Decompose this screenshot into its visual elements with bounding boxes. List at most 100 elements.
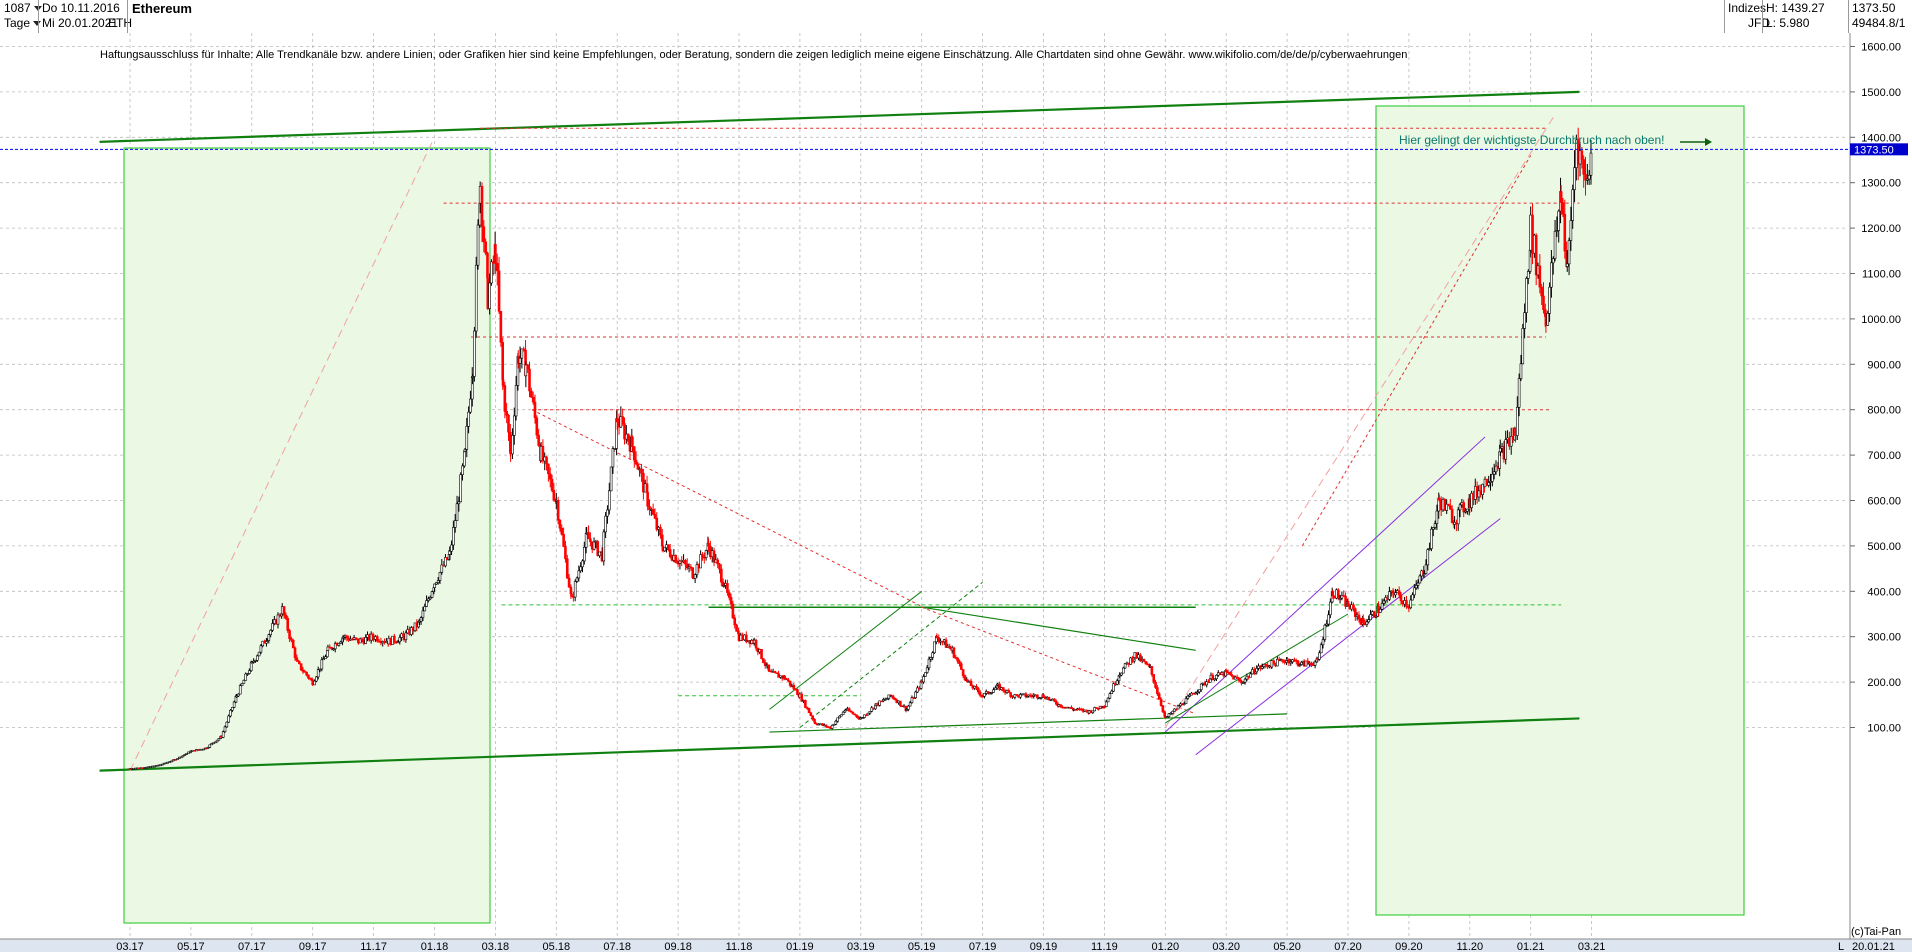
candle-body — [269, 629, 272, 636]
candle-body — [533, 401, 537, 419]
candle-body — [573, 581, 577, 598]
candle-body — [337, 643, 341, 646]
candle-body — [488, 282, 491, 309]
candle-body — [1521, 328, 1525, 365]
candle-body — [924, 672, 927, 677]
candle-body — [606, 509, 609, 517]
candle-body — [1115, 680, 1119, 685]
candle-body — [834, 720, 838, 725]
candle-body — [847, 708, 851, 712]
candle-body — [1498, 448, 1502, 453]
bar-count-select[interactable]: 1087 — [4, 1, 42, 16]
candle-body — [1036, 694, 1039, 699]
candle-body — [307, 674, 310, 679]
candle-body — [482, 226, 486, 243]
candle-body — [1156, 687, 1159, 695]
candle-body — [615, 418, 619, 423]
candle-body — [535, 417, 539, 436]
candle-body — [575, 577, 579, 582]
start-date: Do 10.11.2016 — [42, 1, 120, 15]
candle-body — [767, 664, 771, 671]
price-chart[interactable]: 1600.00 1500.00 1400.00 1300.00 1200.00 1100.… — [0, 33, 1912, 952]
candle-body — [1161, 705, 1165, 713]
candle-body — [1104, 701, 1108, 707]
candle-body — [899, 700, 902, 707]
candle-body — [1255, 668, 1258, 673]
x-tick-label: 11.18 — [726, 941, 753, 952]
candle-body — [707, 542, 710, 547]
candle-body — [1492, 471, 1496, 475]
candle-body — [1249, 673, 1252, 678]
candle-body — [1142, 659, 1146, 662]
candle-body — [931, 652, 934, 658]
candle-body — [977, 688, 980, 693]
candle-body — [1199, 683, 1203, 690]
candle-body — [1184, 698, 1188, 704]
candle-body — [299, 663, 303, 671]
candle-body — [684, 560, 687, 565]
candle-body — [626, 433, 630, 442]
x-tick-label: 09.19 — [1030, 941, 1058, 952]
candle-body — [579, 566, 582, 572]
last-price: 1373.50 — [1852, 1, 1896, 15]
candle-body — [570, 593, 573, 597]
candle-body — [1418, 575, 1422, 584]
candle-body — [1002, 687, 1005, 692]
candle-body — [1551, 258, 1555, 264]
period-select[interactable]: Tage — [4, 16, 42, 31]
candle-body — [1121, 667, 1125, 674]
candle-body — [1327, 614, 1330, 625]
x-axis-band — [0, 939, 1912, 952]
candle-body — [1108, 693, 1112, 699]
low-value: L: 5.980 — [1766, 16, 1810, 30]
divider — [38, 0, 39, 33]
candle-body — [249, 662, 253, 671]
y-tick-label: 400.00 — [1867, 586, 1901, 598]
candle-body — [807, 707, 811, 714]
candle-body — [584, 532, 588, 548]
candle-body — [1336, 589, 1340, 599]
candle-body — [490, 261, 493, 284]
candle-body — [375, 636, 379, 642]
candle-body — [1053, 698, 1056, 702]
y-tick-label: 1500.00 — [1861, 87, 1901, 99]
candle-body — [1106, 697, 1110, 703]
candle-body — [562, 533, 565, 547]
candle-body — [430, 591, 434, 598]
candle-body — [663, 547, 667, 552]
candle-body — [419, 617, 423, 622]
candle-body — [459, 474, 462, 503]
candle-body — [634, 459, 638, 465]
candle-body — [788, 680, 792, 686]
candle-body — [693, 574, 697, 579]
candle-body — [288, 630, 291, 640]
candle-body — [1491, 473, 1494, 482]
end-date: Mi 20.01.2021 — [42, 16, 119, 30]
candle-body — [667, 544, 670, 550]
candle-body — [1424, 564, 1428, 574]
candle-body — [958, 660, 961, 665]
candle-body — [313, 680, 316, 686]
candle-body — [577, 570, 581, 579]
candle-body — [1399, 594, 1403, 602]
candle-body — [1435, 510, 1439, 524]
x-tick-label: 11.19 — [1091, 941, 1118, 952]
candle-body — [602, 531, 606, 562]
candle-body — [1243, 678, 1247, 683]
candle-body — [983, 693, 986, 697]
divider — [1848, 0, 1849, 33]
candle-body — [558, 519, 562, 529]
candle-body — [809, 712, 813, 717]
candle-body — [956, 657, 959, 662]
high-value: H: 1439.27 — [1766, 1, 1825, 15]
x-tick-label: 03.21 — [1578, 941, 1606, 952]
candle-body — [720, 568, 723, 583]
candle-body — [609, 466, 613, 492]
x-tick-label: 07.19 — [969, 941, 997, 952]
candle-body — [796, 689, 799, 695]
copyright-label: (c)Tai-Pan — [1851, 926, 1901, 938]
candle-body — [704, 550, 708, 558]
candle-body — [992, 689, 995, 693]
candle-body — [404, 632, 408, 641]
candle-body — [1319, 644, 1323, 654]
